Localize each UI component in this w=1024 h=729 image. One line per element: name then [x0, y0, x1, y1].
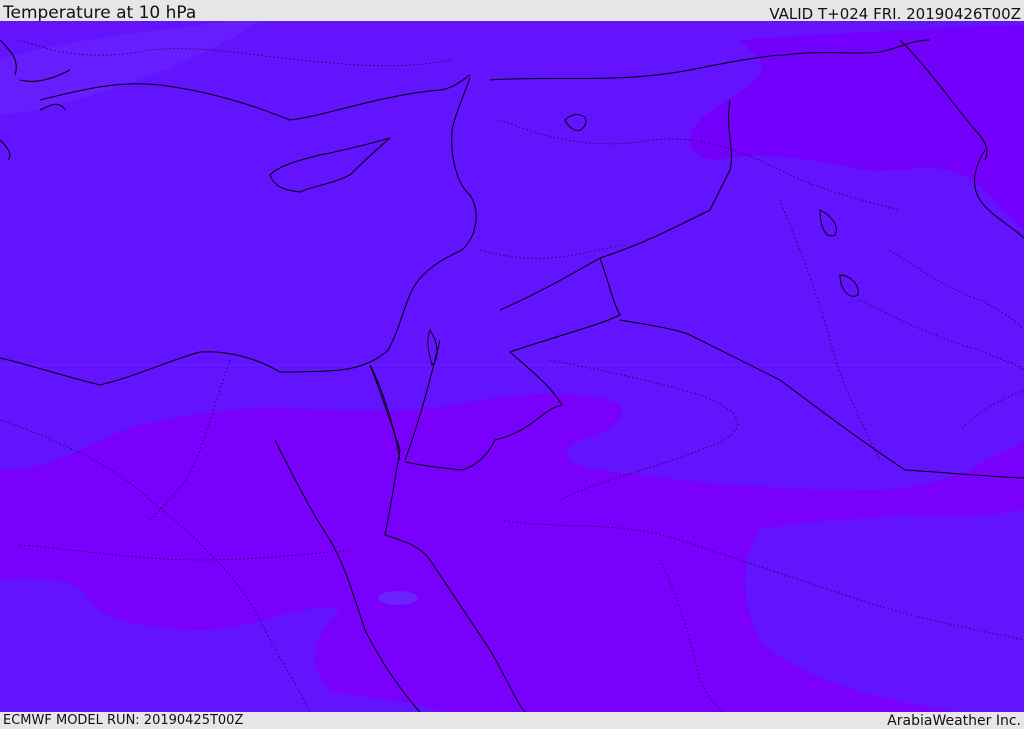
field-blob — [378, 591, 418, 605]
temperature-map — [0, 21, 1024, 712]
model-run: ECMWF MODEL RUN: 20190425T00Z — [3, 713, 244, 728]
map-title: Temperature at 10 hPa — [3, 3, 197, 23]
credit: ArabiaWeather Inc. — [887, 713, 1021, 729]
footer-bar: ECMWF MODEL RUN: 20190425T00Z ArabiaWeat… — [0, 712, 1024, 729]
map-panel — [0, 21, 1024, 712]
header-bar: Temperature at 10 hPa VALID T+024 FRI. 2… — [0, 0, 1024, 23]
